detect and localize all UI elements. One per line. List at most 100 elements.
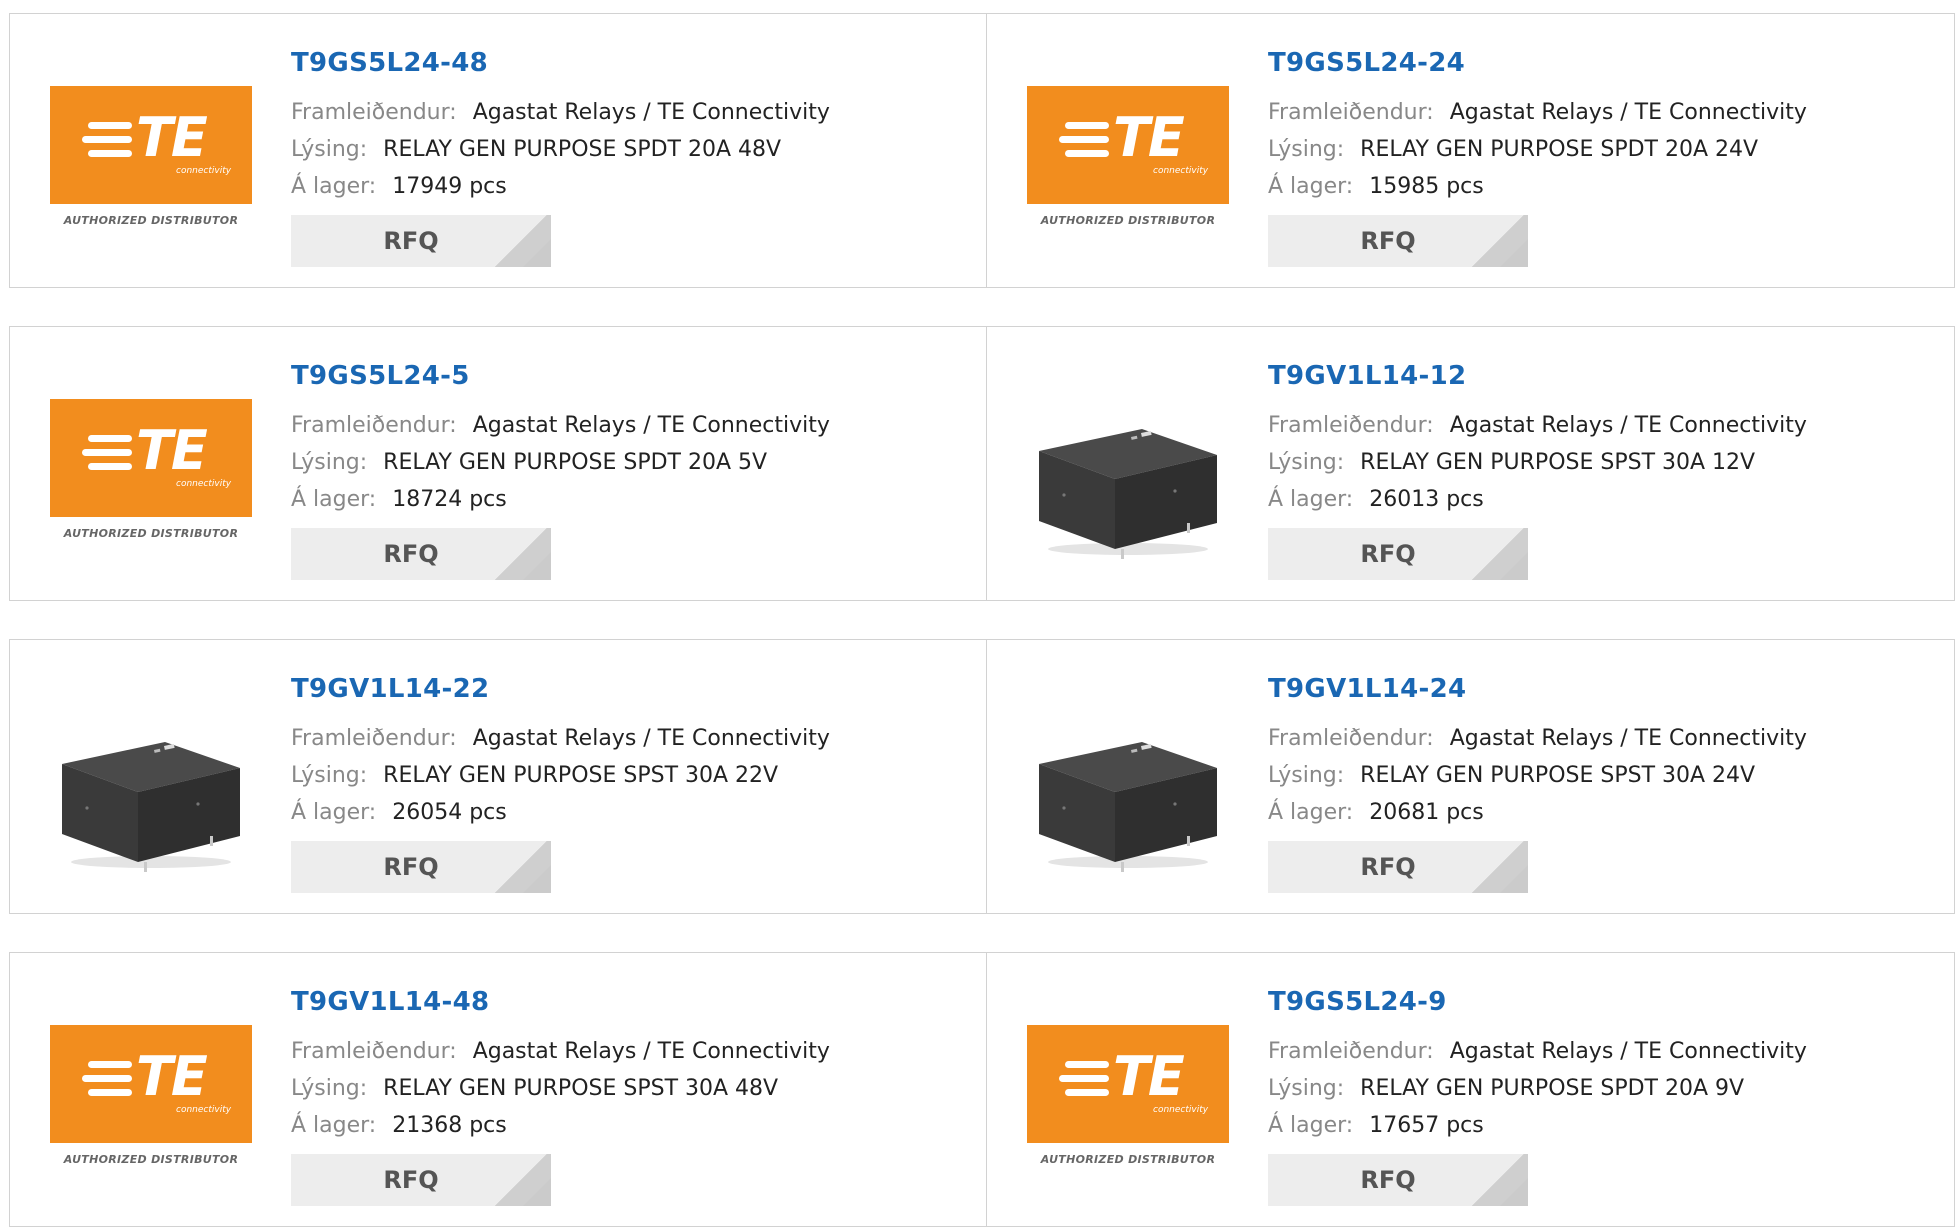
product-info: Framleiðendur: Agastat Relays / TE Connec… bbox=[1268, 94, 1807, 205]
stock-value: 18724 pcs bbox=[392, 487, 507, 512]
te-bars-icon bbox=[82, 1061, 132, 1103]
product-grid: TE connectivity AUTHORIZED DISTRIBUTOR T… bbox=[9, 13, 1955, 1227]
te-logo: TE connectivity AUTHORIZED DISTRIBUTOR bbox=[50, 86, 252, 248]
product-card: TE connectivity AUTHORIZED DISTRIBUTOR T… bbox=[9, 326, 986, 601]
description-label: Lýsing: bbox=[291, 137, 368, 162]
manufacturer-row: Framleiðendur: Agastat Relays / TE Connec… bbox=[291, 1033, 830, 1070]
manufacturer-label: Framleiðendur: bbox=[291, 1039, 457, 1064]
manufacturer-label: Framleiðendur: bbox=[291, 100, 457, 125]
rfq-button[interactable]: RFQ bbox=[291, 841, 551, 893]
stock-row: Á lager: 21368 pcs bbox=[291, 1107, 830, 1144]
rfq-button[interactable]: RFQ bbox=[291, 528, 551, 580]
te-logo-subtext: connectivity bbox=[176, 1105, 232, 1115]
description-row: Lýsing: RELAY GEN PURPOSE SPDT 20A 5V bbox=[291, 444, 830, 481]
authorized-distributor-text: AUTHORIZED DISTRIBUTOR bbox=[63, 527, 239, 540]
part-number-link[interactable]: T9GS5L24-9 bbox=[1268, 987, 1447, 1017]
product-image[interactable]: TE connectivity AUTHORIZED DISTRIBUTOR bbox=[50, 86, 252, 248]
stock-label: Á lager: bbox=[291, 800, 377, 825]
description-row: Lýsing: RELAY GEN PURPOSE SPST 30A 24V bbox=[1268, 757, 1807, 794]
stock-row: Á lager: 17949 pcs bbox=[291, 168, 830, 205]
description-label: Lýsing: bbox=[1268, 450, 1345, 475]
te-logo: TE connectivity AUTHORIZED DISTRIBUTOR bbox=[1027, 1025, 1229, 1187]
product-card: T9GV1L14-22 Framleiðendur: Agastat Relays… bbox=[9, 639, 986, 914]
product-info: Framleiðendur: Agastat Relays / TE Connec… bbox=[1268, 1033, 1807, 1144]
product-info: Framleiðendur: Agastat Relays / TE Connec… bbox=[291, 94, 830, 205]
product-card: TE connectivity AUTHORIZED DISTRIBUTOR T… bbox=[986, 13, 1955, 288]
product-info: Framleiðendur: Agastat Relays / TE Connec… bbox=[1268, 407, 1807, 518]
product-card: TE connectivity AUTHORIZED DISTRIBUTOR T… bbox=[9, 952, 986, 1227]
product-info: Framleiðendur: Agastat Relays / TE Connec… bbox=[291, 1033, 830, 1144]
description-row: Lýsing: RELAY GEN PURPOSE SPST 30A 22V bbox=[291, 757, 830, 794]
manufacturer-row: Framleiðendur: Agastat Relays / TE Connec… bbox=[291, 94, 830, 131]
relay-photo bbox=[1027, 399, 1229, 561]
part-number-link[interactable]: T9GV1L14-48 bbox=[291, 987, 489, 1017]
product-image[interactable]: TE connectivity AUTHORIZED DISTRIBUTOR bbox=[1027, 86, 1229, 248]
stock-row: Á lager: 26054 pcs bbox=[291, 794, 830, 831]
description-value: RELAY GEN PURPOSE SPST 30A 22V bbox=[383, 763, 779, 788]
product-image[interactable]: TE connectivity AUTHORIZED DISTRIBUTOR bbox=[50, 1025, 252, 1187]
te-logo-subtext: connectivity bbox=[176, 479, 232, 489]
rfq-label: RFQ bbox=[383, 853, 439, 881]
manufacturer-label: Framleiðendur: bbox=[291, 726, 457, 751]
product-image[interactable]: TE connectivity AUTHORIZED DISTRIBUTOR bbox=[1027, 1025, 1229, 1187]
rfq-button[interactable]: RFQ bbox=[1268, 841, 1528, 893]
manufacturer-value: Agastat Relays / TE Connectivity bbox=[1449, 100, 1807, 125]
product-info: Framleiðendur: Agastat Relays / TE Connec… bbox=[1268, 720, 1807, 831]
product-image[interactable]: TE connectivity AUTHORIZED DISTRIBUTOR bbox=[50, 399, 252, 561]
rfq-button[interactable]: RFQ bbox=[291, 1154, 551, 1206]
product-card: TE connectivity AUTHORIZED DISTRIBUTOR T… bbox=[986, 952, 1955, 1227]
stock-row: Á lager: 17657 pcs bbox=[1268, 1107, 1807, 1144]
manufacturer-label: Framleiðendur: bbox=[1268, 726, 1434, 751]
description-row: Lýsing: RELAY GEN PURPOSE SPDT 20A 9V bbox=[1268, 1070, 1807, 1107]
description-value: RELAY GEN PURPOSE SPDT 20A 9V bbox=[1360, 1076, 1745, 1101]
te-logo-text: TE bbox=[1113, 1045, 1185, 1108]
rfq-button[interactable]: RFQ bbox=[1268, 1154, 1528, 1206]
te-logo: TE connectivity AUTHORIZED DISTRIBUTOR bbox=[50, 399, 252, 561]
product-card: TE connectivity AUTHORIZED DISTRIBUTOR T… bbox=[9, 13, 986, 288]
te-bars-icon bbox=[1059, 122, 1109, 164]
manufacturer-label: Framleiðendur: bbox=[1268, 1039, 1434, 1064]
part-number-link[interactable]: T9GS5L24-5 bbox=[291, 361, 470, 391]
manufacturer-value: Agastat Relays / TE Connectivity bbox=[472, 100, 830, 125]
description-label: Lýsing: bbox=[1268, 137, 1345, 162]
manufacturer-label: Framleiðendur: bbox=[291, 413, 457, 438]
authorized-distributor-text: AUTHORIZED DISTRIBUTOR bbox=[1040, 214, 1216, 227]
te-logo-subtext: connectivity bbox=[176, 166, 232, 176]
description-value: RELAY GEN PURPOSE SPDT 20A 24V bbox=[1360, 137, 1759, 162]
authorized-distributor-text: AUTHORIZED DISTRIBUTOR bbox=[1040, 1153, 1216, 1166]
rfq-label: RFQ bbox=[1360, 1166, 1416, 1194]
te-logo-text: TE bbox=[136, 419, 208, 482]
description-label: Lýsing: bbox=[291, 763, 368, 788]
stock-value: 26054 pcs bbox=[392, 800, 507, 825]
te-logo: TE connectivity AUTHORIZED DISTRIBUTOR bbox=[1027, 86, 1229, 248]
manufacturer-value: Agastat Relays / TE Connectivity bbox=[472, 413, 830, 438]
te-logo: TE connectivity AUTHORIZED DISTRIBUTOR bbox=[50, 1025, 252, 1187]
rfq-button[interactable]: RFQ bbox=[291, 215, 551, 267]
te-logo-subtext: connectivity bbox=[1153, 1105, 1209, 1115]
part-number-link[interactable]: T9GS5L24-48 bbox=[291, 48, 488, 78]
product-card: T9GV1L14-24 Framleiðendur: Agastat Relays… bbox=[986, 639, 1955, 914]
part-number-link[interactable]: T9GV1L14-22 bbox=[291, 674, 489, 704]
part-number-link[interactable]: T9GS5L24-24 bbox=[1268, 48, 1465, 78]
rfq-button[interactable]: RFQ bbox=[1268, 215, 1528, 267]
part-number-link[interactable]: T9GV1L14-12 bbox=[1268, 361, 1466, 391]
relay-icon bbox=[1039, 742, 1217, 872]
stock-value: 26013 pcs bbox=[1369, 487, 1484, 512]
manufacturer-value: Agastat Relays / TE Connectivity bbox=[1449, 726, 1807, 751]
description-row: Lýsing: RELAY GEN PURPOSE SPST 30A 12V bbox=[1268, 444, 1807, 481]
product-image[interactable] bbox=[1027, 712, 1229, 874]
product-card: T9GV1L14-12 Framleiðendur: Agastat Relays… bbox=[986, 326, 1955, 601]
rfq-button[interactable]: RFQ bbox=[1268, 528, 1528, 580]
product-image[interactable] bbox=[1027, 399, 1229, 561]
description-value: RELAY GEN PURPOSE SPDT 20A 48V bbox=[383, 137, 782, 162]
stock-value: 15985 pcs bbox=[1369, 174, 1484, 199]
stock-label: Á lager: bbox=[1268, 174, 1354, 199]
product-image[interactable] bbox=[50, 712, 252, 874]
product-info: Framleiðendur: Agastat Relays / TE Connec… bbox=[291, 407, 830, 518]
description-row: Lýsing: RELAY GEN PURPOSE SPDT 20A 48V bbox=[291, 131, 830, 168]
description-value: RELAY GEN PURPOSE SPST 30A 24V bbox=[1360, 763, 1756, 788]
relay-icon bbox=[62, 742, 240, 872]
part-number-link[interactable]: T9GV1L14-24 bbox=[1268, 674, 1466, 704]
te-logo-text: TE bbox=[136, 106, 208, 169]
rfq-label: RFQ bbox=[383, 1166, 439, 1194]
